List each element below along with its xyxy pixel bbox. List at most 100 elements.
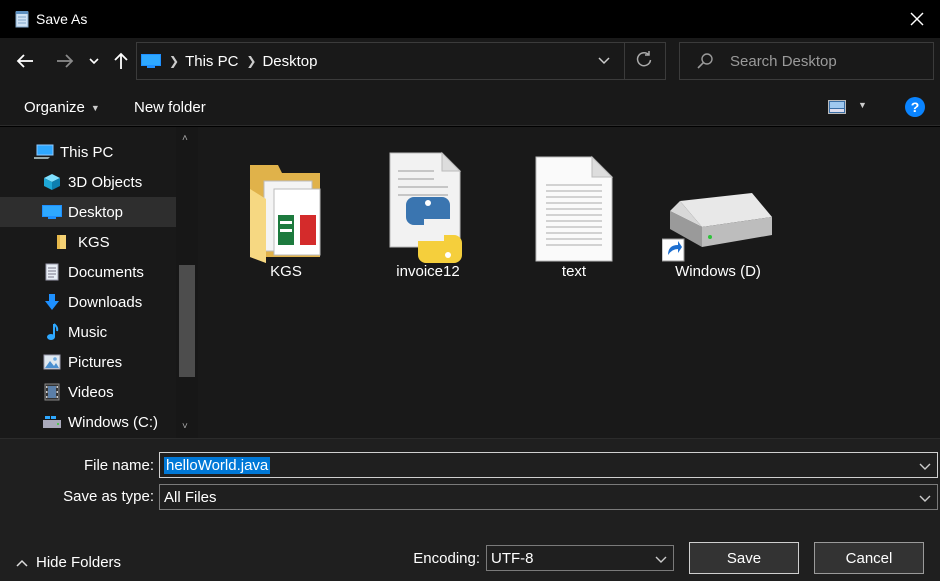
sidebar-item-label: Windows (C:) bbox=[68, 413, 159, 431]
sidebar-item-label: Downloads bbox=[68, 293, 143, 311]
search-box[interactable] bbox=[679, 42, 934, 80]
up-button[interactable] bbox=[108, 48, 134, 74]
sidebar-item-videos[interactable]: Videos bbox=[0, 377, 176, 407]
sidebar-item-windows-c[interactable]: Windows (C:) bbox=[0, 407, 176, 437]
sidebar-item-label: Documents bbox=[68, 263, 144, 281]
refresh-button[interactable] bbox=[635, 51, 655, 71]
window-title: Save As bbox=[36, 11, 88, 27]
save-as-type-select[interactable]: All Files bbox=[159, 484, 938, 510]
desktop-icon bbox=[141, 53, 161, 69]
navigation-pane: This PC 3D Objects Desktop KGS Documents… bbox=[0, 127, 198, 438]
file-name-dropdown-button[interactable] bbox=[919, 459, 931, 471]
forward-button[interactable] bbox=[52, 48, 78, 74]
encoding-value: UTF-8 bbox=[491, 549, 534, 567]
file-name-field[interactable]: helloWorld.java bbox=[159, 452, 938, 478]
drive-shortcut-icon bbox=[658, 145, 778, 263]
file-item-kgs[interactable]: KGS bbox=[226, 145, 346, 280]
organize-button[interactable]: Organize ▼ bbox=[24, 99, 100, 116]
music-note-icon bbox=[42, 322, 62, 342]
file-name: KGS bbox=[270, 263, 302, 280]
text-file-icon bbox=[514, 145, 634, 263]
chevron-down-icon bbox=[919, 495, 931, 502]
sidebar-item-label: Videos bbox=[68, 383, 114, 401]
sidebar-item-label: This PC bbox=[60, 143, 114, 161]
file-item-invoice12[interactable]: invoice12 bbox=[368, 145, 488, 280]
back-button[interactable] bbox=[12, 48, 38, 74]
address-divider bbox=[624, 43, 625, 79]
folder-icon bbox=[52, 232, 72, 252]
scroll-thumb[interactable] bbox=[179, 265, 195, 377]
sidebar-item-label: Pictures bbox=[68, 353, 123, 371]
recent-locations-button[interactable] bbox=[84, 48, 104, 74]
notepad-icon bbox=[12, 9, 32, 29]
encoding-label: Encoding: bbox=[413, 550, 480, 567]
search-input[interactable] bbox=[730, 52, 930, 70]
sidebar-item-downloads[interactable]: Downloads bbox=[0, 287, 176, 317]
sidebar-item-this-pc[interactable]: This PC bbox=[0, 137, 176, 167]
file-item-text[interactable]: text bbox=[514, 145, 634, 280]
arrow-right-icon bbox=[57, 54, 74, 68]
refresh-icon bbox=[636, 51, 652, 67]
hide-folders-label: Hide Folders bbox=[36, 554, 122, 571]
view-icon bbox=[828, 100, 846, 114]
breadcrumb-separator-icon: ❯ bbox=[246, 54, 257, 68]
search-icon bbox=[696, 52, 714, 70]
save-as-type-dropdown-button[interactable] bbox=[919, 491, 931, 503]
picture-icon bbox=[42, 352, 62, 372]
sidebar-item-label: Music bbox=[68, 323, 108, 341]
breadcrumb-this-pc[interactable]: This PC bbox=[185, 53, 238, 70]
title-bar: Save As bbox=[0, 0, 940, 38]
chevron-down-icon bbox=[919, 463, 931, 470]
encoding-dropdown-button[interactable] bbox=[655, 552, 667, 564]
chevron-down-icon bbox=[655, 556, 667, 563]
sidebar-item-desktop[interactable]: Desktop bbox=[0, 197, 176, 227]
breadcrumb-separator-icon: ❯ bbox=[169, 54, 180, 68]
cube-icon bbox=[42, 172, 62, 192]
sidebar-item-3d-objects[interactable]: 3D Objects bbox=[0, 167, 176, 197]
download-icon bbox=[42, 292, 62, 312]
hide-folders-button[interactable]: Hide Folders bbox=[16, 554, 121, 571]
cancel-button[interactable]: Cancel bbox=[814, 542, 924, 574]
arrow-up-icon bbox=[114, 52, 128, 69]
sidebar-item-documents[interactable]: Documents bbox=[0, 257, 176, 287]
scroll-down-icon[interactable]: ˅ bbox=[182, 421, 188, 432]
scroll-up-icon[interactable]: ˄ bbox=[182, 133, 188, 144]
view-options-button[interactable] bbox=[828, 100, 846, 114]
save-as-type-label: Save as type: bbox=[63, 488, 154, 505]
file-item-windows-d[interactable]: Windows (D) bbox=[658, 145, 778, 280]
new-folder-label: New folder bbox=[134, 99, 206, 116]
file-name-input[interactable]: helloWorld.java bbox=[164, 456, 271, 474]
save-as-type-value: All Files bbox=[164, 488, 217, 506]
sidebar-item-pictures[interactable]: Pictures bbox=[0, 347, 176, 377]
address-dropdown-button[interactable] bbox=[597, 53, 613, 69]
drive-icon bbox=[42, 412, 62, 432]
breadcrumb-desktop[interactable]: Desktop bbox=[262, 53, 317, 70]
chevron-down-icon bbox=[598, 57, 610, 65]
sidebar-item-label: KGS bbox=[78, 233, 110, 251]
python-file-icon bbox=[368, 145, 488, 263]
computer-icon bbox=[34, 142, 54, 162]
file-name-label: File name: bbox=[83, 457, 154, 474]
sidebar-item-kgs[interactable]: KGS bbox=[0, 227, 176, 257]
folder-icon bbox=[226, 145, 346, 263]
desktop-icon bbox=[42, 202, 62, 222]
sidebar-item-music[interactable]: Music bbox=[0, 317, 176, 347]
chevron-up-icon bbox=[16, 559, 28, 567]
new-folder-button[interactable]: New folder bbox=[134, 99, 206, 116]
file-name: invoice12 bbox=[396, 263, 460, 280]
save-button[interactable]: Save bbox=[689, 542, 799, 574]
close-icon bbox=[910, 12, 924, 26]
view-options-caret-icon[interactable]: ▼ bbox=[858, 100, 867, 110]
file-name: text bbox=[561, 263, 587, 280]
close-button[interactable] bbox=[894, 0, 940, 38]
organize-label: Organize bbox=[24, 99, 85, 116]
arrow-left-icon bbox=[16, 54, 33, 68]
film-icon bbox=[42, 382, 62, 402]
help-icon[interactable]: ? bbox=[905, 97, 925, 117]
encoding-select[interactable]: UTF-8 bbox=[486, 545, 674, 571]
file-name: Windows (D) bbox=[675, 263, 761, 280]
document-icon bbox=[42, 262, 62, 282]
sidebar-scrollbar[interactable]: ˄ ˅ bbox=[176, 127, 198, 438]
address-bar[interactable]: ❯ This PC ❯ Desktop bbox=[136, 42, 666, 80]
sidebar-item-label: Desktop bbox=[68, 203, 124, 221]
